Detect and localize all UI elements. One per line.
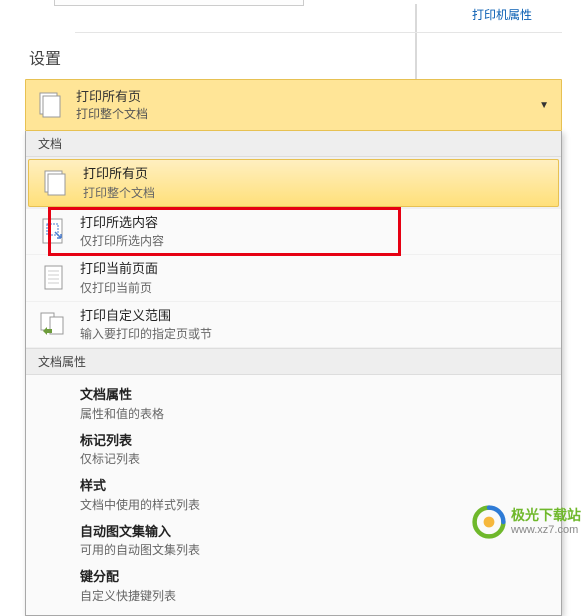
prop-subtitle: 自定义快捷键列表 (80, 587, 561, 605)
group-header-document: 文档 (26, 131, 561, 157)
menu-item-markup-list[interactable]: 标记列表 仅标记列表 (80, 427, 561, 473)
custom-range-icon (36, 307, 70, 341)
watermark-logo-icon (471, 504, 507, 540)
menu-item-print-custom-range[interactable]: 打印自定义范围 输入要打印的指定页或节 (26, 302, 561, 349)
menu-item-title: 打印自定义范围 (80, 306, 553, 326)
menu-item-subtitle: 仅打印所选内容 (80, 232, 553, 250)
doc-properties-list: 文档属性 属性和值的表格 标记列表 仅标记列表 样式 文档中使用的样式列表 自动… (26, 375, 561, 615)
printer-properties-row: 打印机属性 (75, 4, 562, 33)
prop-title: 样式 (80, 476, 561, 496)
watermark-url: www.xz7.com (511, 524, 581, 536)
watermark-name: 极光下载站 (511, 508, 581, 523)
partial-box-above (54, 0, 304, 6)
chevron-down-icon: ▼ (539, 100, 549, 111)
menu-item-subtitle: 仅打印当前页 (80, 279, 553, 297)
single-page-icon (36, 261, 70, 295)
prop-title: 文档属性 (80, 385, 561, 405)
menu-item-title: 打印当前页面 (80, 259, 553, 279)
printer-properties-link[interactable]: 打印机属性 (472, 8, 532, 22)
prop-subtitle: 仅标记列表 (80, 450, 561, 468)
menu-item-print-all-pages[interactable]: 打印所有页 打印整个文档 (28, 159, 559, 207)
menu-item-doc-properties[interactable]: 文档属性 属性和值的表格 (80, 381, 561, 427)
print-range-menu: 文档 打印所有页 打印整个文档 (25, 131, 562, 616)
dropdown-title: 打印所有页 (76, 88, 539, 106)
watermark: 极光下载站 www.xz7.com (471, 504, 581, 540)
dropdown-text: 打印所有页 打印整个文档 (76, 88, 539, 123)
page-selection-icon (36, 214, 70, 248)
dropdown-subtitle: 打印整个文档 (76, 106, 539, 123)
settings-label: 设置 (25, 33, 562, 79)
menu-item-subtitle: 输入要打印的指定页或节 (80, 325, 553, 343)
pages-stack-icon (34, 88, 68, 122)
pages-stack-icon (39, 166, 73, 200)
prop-subtitle: 属性和值的表格 (80, 405, 561, 423)
prop-title: 键分配 (80, 567, 561, 587)
menu-item-title: 打印所有页 (83, 164, 550, 184)
prop-title: 标记列表 (80, 431, 561, 451)
group-header-doc-properties: 文档属性 (26, 348, 561, 375)
menu-item-subtitle: 打印整个文档 (83, 184, 550, 202)
menu-item-print-selection[interactable]: 打印所选内容 仅打印所选内容 (26, 209, 561, 256)
print-range-dropdown[interactable]: 打印所有页 打印整个文档 ▼ (25, 79, 562, 131)
menu-item-key-assign[interactable]: 键分配 自定义快捷键列表 (80, 563, 561, 609)
menu-item-print-current-page[interactable]: 打印当前页面 仅打印当前页 (26, 255, 561, 302)
menu-item-title: 打印所选内容 (80, 213, 553, 233)
